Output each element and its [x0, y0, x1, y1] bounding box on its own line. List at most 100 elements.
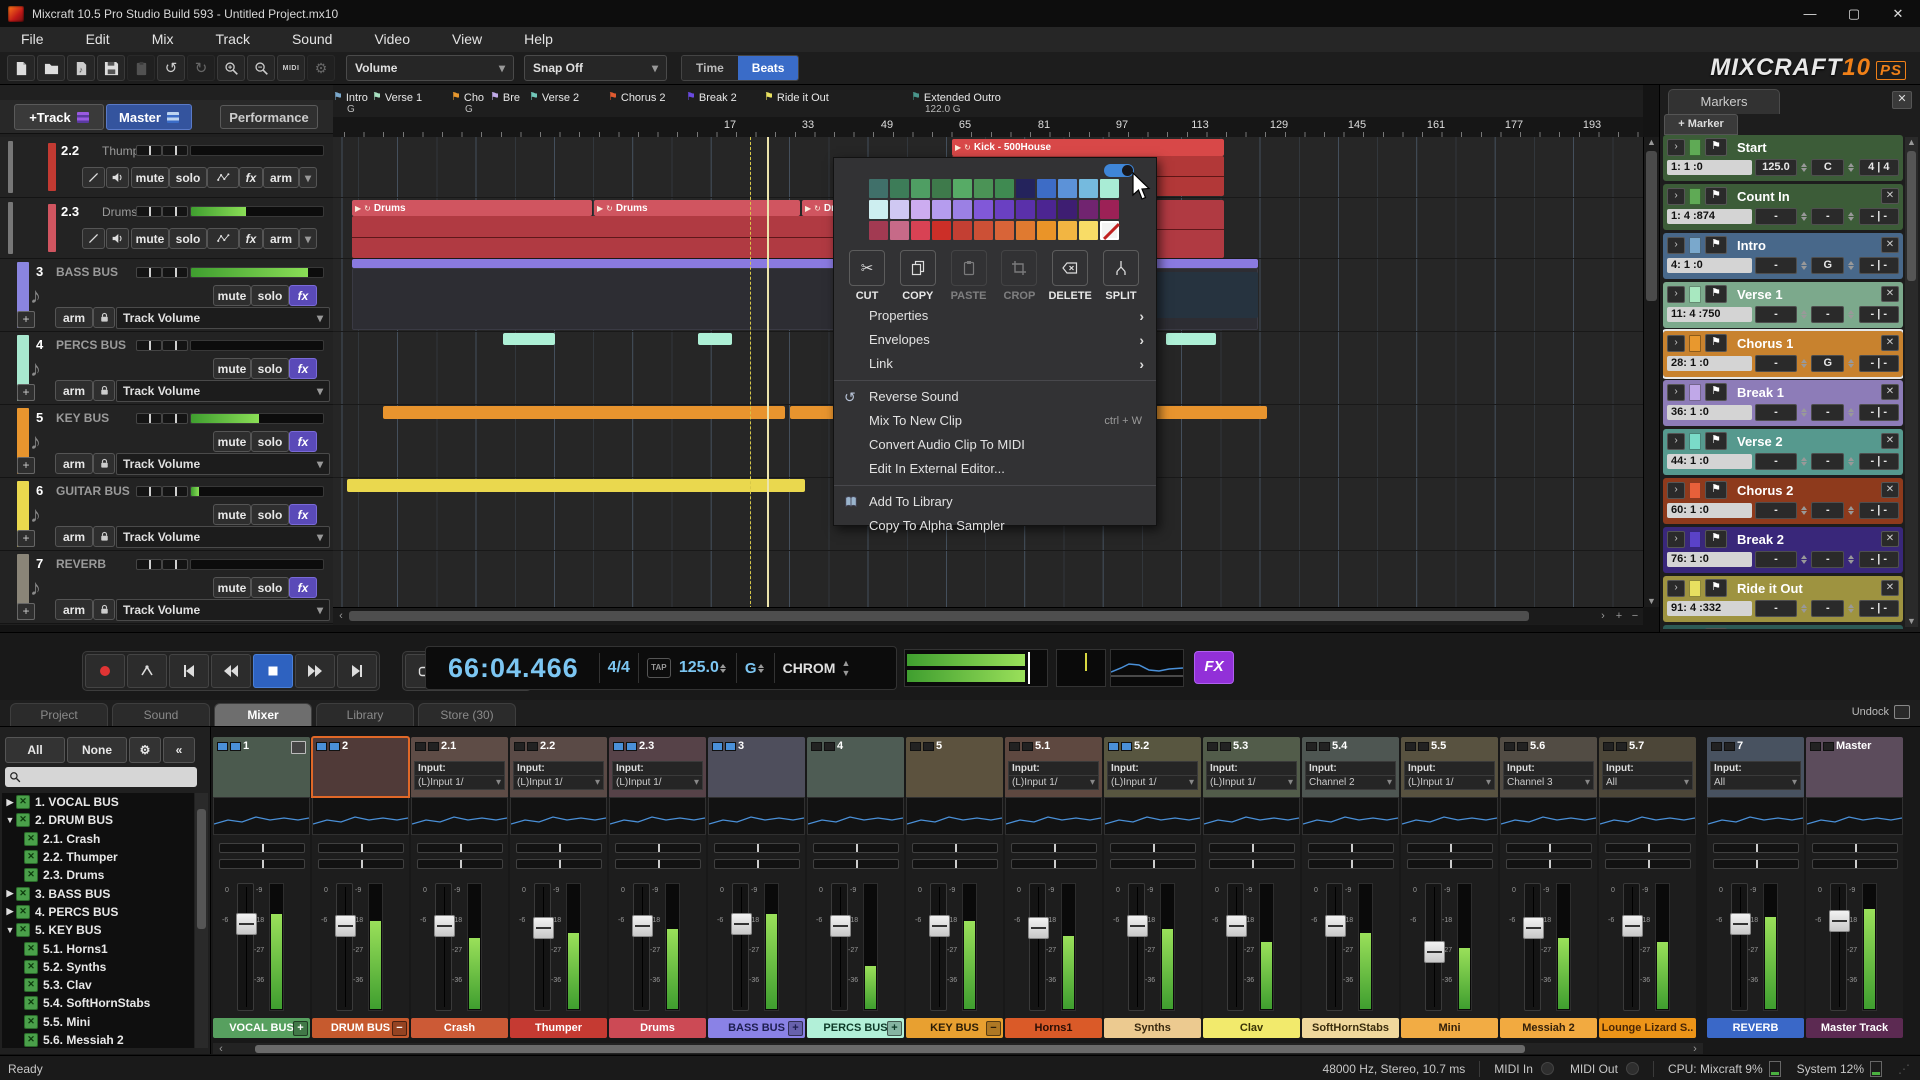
- tree-item[interactable]: ✕ 2.1. Crash: [2, 830, 194, 848]
- marker-expand-button[interactable]: ›: [1667, 188, 1685, 205]
- eq-curve[interactable]: [807, 797, 904, 835]
- clip-play-icon[interactable]: ▶: [955, 143, 961, 152]
- marker-signature-field[interactable]: - | -: [1859, 355, 1899, 372]
- tree-item[interactable]: ✕ 5.4. SoftHornStabs: [2, 994, 194, 1012]
- volume-fader[interactable]: [1029, 883, 1046, 1011]
- track-pan-slider[interactable]: [162, 206, 188, 217]
- send-slider[interactable]: [912, 859, 998, 869]
- expand-subtracks-button[interactable]: +: [17, 457, 35, 474]
- channel-name-label[interactable]: Synths: [1104, 1018, 1201, 1038]
- clip-loop-icon[interactable]: ↻: [606, 204, 613, 213]
- key-spinner[interactable]: [1847, 503, 1855, 518]
- marker-time-field[interactable]: 44: 1 :0: [1667, 454, 1752, 469]
- zoom-out-button[interactable]: −: [1627, 610, 1643, 622]
- marker-color-chip[interactable]: [1689, 188, 1701, 205]
- lock-icon[interactable]: [93, 526, 115, 547]
- automation-button[interactable]: [207, 228, 239, 249]
- mute-button[interactable]: mute: [213, 358, 251, 379]
- audio-clip[interactable]: ▶ ↻ Drums: [594, 200, 800, 216]
- toolbar-icon[interactable]: [37, 55, 65, 81]
- marker-row[interactable]: › ⚑ Start 1: 1 :0 125.0 C 4 | 4: [1663, 135, 1903, 181]
- marker-delete-button[interactable]: ✕: [1881, 433, 1899, 449]
- tree-item[interactable]: ▼ ✕ 2. DRUM BUS: [2, 811, 194, 829]
- mixer-channel-strip[interactable]: Master 0 -6: [1806, 737, 1903, 1040]
- eq-curve[interactable]: [1104, 797, 1201, 835]
- marker-signature-field[interactable]: - | -: [1859, 502, 1899, 519]
- marker-flag-icon[interactable]: ⚑: [1705, 383, 1727, 401]
- tree-expand-arrow[interactable]: ▼: [4, 925, 16, 935]
- marker-color-chip[interactable]: [1689, 384, 1701, 401]
- marker-expand-button[interactable]: ›: [1667, 286, 1685, 303]
- marker-tempo-field[interactable]: -: [1755, 600, 1797, 617]
- context-menu-item[interactable]: Copy To Alpha Sampler: [834, 514, 1156, 538]
- marker-expand-button[interactable]: ›: [1667, 384, 1685, 401]
- collapse-group-button[interactable]: −: [986, 1021, 1001, 1036]
- collapse-group-button[interactable]: +: [887, 1021, 902, 1036]
- context-menu-item[interactable]: Edit In External Editor...: [834, 457, 1156, 481]
- send-slider[interactable]: [1011, 859, 1097, 869]
- mixer-channel-strip[interactable]: 7 Input: All▾: [1707, 737, 1804, 1040]
- channel-leds[interactable]: [514, 742, 538, 751]
- marker-delete-button[interactable]: ✕: [1881, 237, 1899, 253]
- color-swatch[interactable]: [911, 200, 930, 219]
- marker-row[interactable]: › ⚑ Extended Outro ✕: [1663, 625, 1903, 629]
- tree-checkbox[interactable]: ✕: [24, 850, 38, 864]
- fader-handle[interactable]: [236, 913, 257, 935]
- tree-expand-arrow[interactable]: ▶: [4, 888, 16, 899]
- clip-action-button[interactable]: DELETE: [1047, 250, 1093, 302]
- tree-checkbox[interactable]: ✕: [24, 1033, 38, 1047]
- signature-display[interactable]: 4/4: [608, 659, 630, 677]
- clip-action-button[interactable]: CROP: [996, 250, 1042, 302]
- marker-row[interactable]: › ⚑ Intro ✕ 4: 1 :0 - G - | -: [1663, 233, 1903, 279]
- marker-expand-button[interactable]: ›: [1667, 629, 1685, 630]
- tree-expand-arrow[interactable]: ▶: [4, 797, 16, 808]
- volume-fader[interactable]: [1524, 883, 1541, 1011]
- clip-play-icon[interactable]: ▶: [805, 204, 811, 213]
- tree-checkbox[interactable]: ✕: [24, 960, 38, 974]
- key-spinner[interactable]: [1847, 601, 1855, 616]
- marker-flag-icon[interactable]: ⚑: [1705, 481, 1727, 499]
- marker-key-field[interactable]: -: [1811, 502, 1844, 519]
- markers-close-button[interactable]: ✕: [1892, 91, 1912, 109]
- color-swatch[interactable]: [1016, 200, 1035, 219]
- menu-item[interactable]: Help: [503, 27, 574, 52]
- track-header[interactable]: 6 GUITAR BUS ♪ + mute solo fx arm Track …: [0, 478, 333, 551]
- track-volume-slider[interactable]: [136, 206, 162, 217]
- mixer-search-input[interactable]: [5, 767, 197, 787]
- marker-color-chip[interactable]: [1689, 286, 1701, 303]
- marker-color-chip[interactable]: [1689, 433, 1701, 450]
- fader-handle[interactable]: [1523, 917, 1544, 939]
- volume-fader[interactable]: [1830, 883, 1847, 1011]
- arm-options-chevron[interactable]: ▾: [299, 167, 317, 188]
- channel-leds[interactable]: [811, 742, 835, 751]
- color-swatch[interactable]: [1100, 179, 1119, 198]
- marker-tempo-field[interactable]: -: [1755, 306, 1797, 323]
- expand-subtracks-button[interactable]: +: [17, 603, 35, 620]
- tree-item[interactable]: ✕ 2.3. Drums: [2, 866, 194, 884]
- fader-handle[interactable]: [1127, 915, 1148, 937]
- marker-signature-field[interactable]: - | -: [1859, 306, 1899, 323]
- context-menu-item[interactable]: Link ›: [834, 352, 1156, 376]
- audio-clip[interactable]: [347, 479, 805, 492]
- fader-handle[interactable]: [335, 915, 356, 937]
- mixer-settings-button[interactable]: ⚙: [129, 737, 161, 763]
- timeline-ruler[interactable]: 17 33 49 65 81 97 113 129 145 161 177: [333, 117, 1643, 138]
- eq-curve[interactable]: [906, 797, 1003, 835]
- marker-flag-icon[interactable]: ⚑: [1705, 187, 1727, 205]
- fader-handle[interactable]: [929, 915, 950, 937]
- channel-leds[interactable]: [217, 742, 241, 751]
- tree-checkbox[interactable]: ✕: [24, 1015, 38, 1029]
- color-swatch[interactable]: [1079, 179, 1098, 198]
- color-swatch[interactable]: [1016, 221, 1035, 240]
- pan-slider[interactable]: [912, 843, 998, 853]
- arm-button[interactable]: arm: [55, 599, 93, 620]
- input-dropdown[interactable]: (L)Input 1/▾: [612, 775, 703, 790]
- channel-leds[interactable]: [415, 742, 439, 751]
- marker-flag-icon[interactable]: ⚑: [1705, 236, 1727, 254]
- marker-delete-button[interactable]: ✕: [1881, 482, 1899, 498]
- fader-handle[interactable]: [533, 917, 554, 939]
- markers-tab[interactable]: Markers: [1668, 89, 1780, 114]
- detach-channel-icon[interactable]: [291, 741, 306, 754]
- channel-leds[interactable]: [712, 742, 736, 751]
- marker-row[interactable]: › ⚑ Break 2 ✕ 76: 1 :0 - - - | -: [1663, 527, 1903, 573]
